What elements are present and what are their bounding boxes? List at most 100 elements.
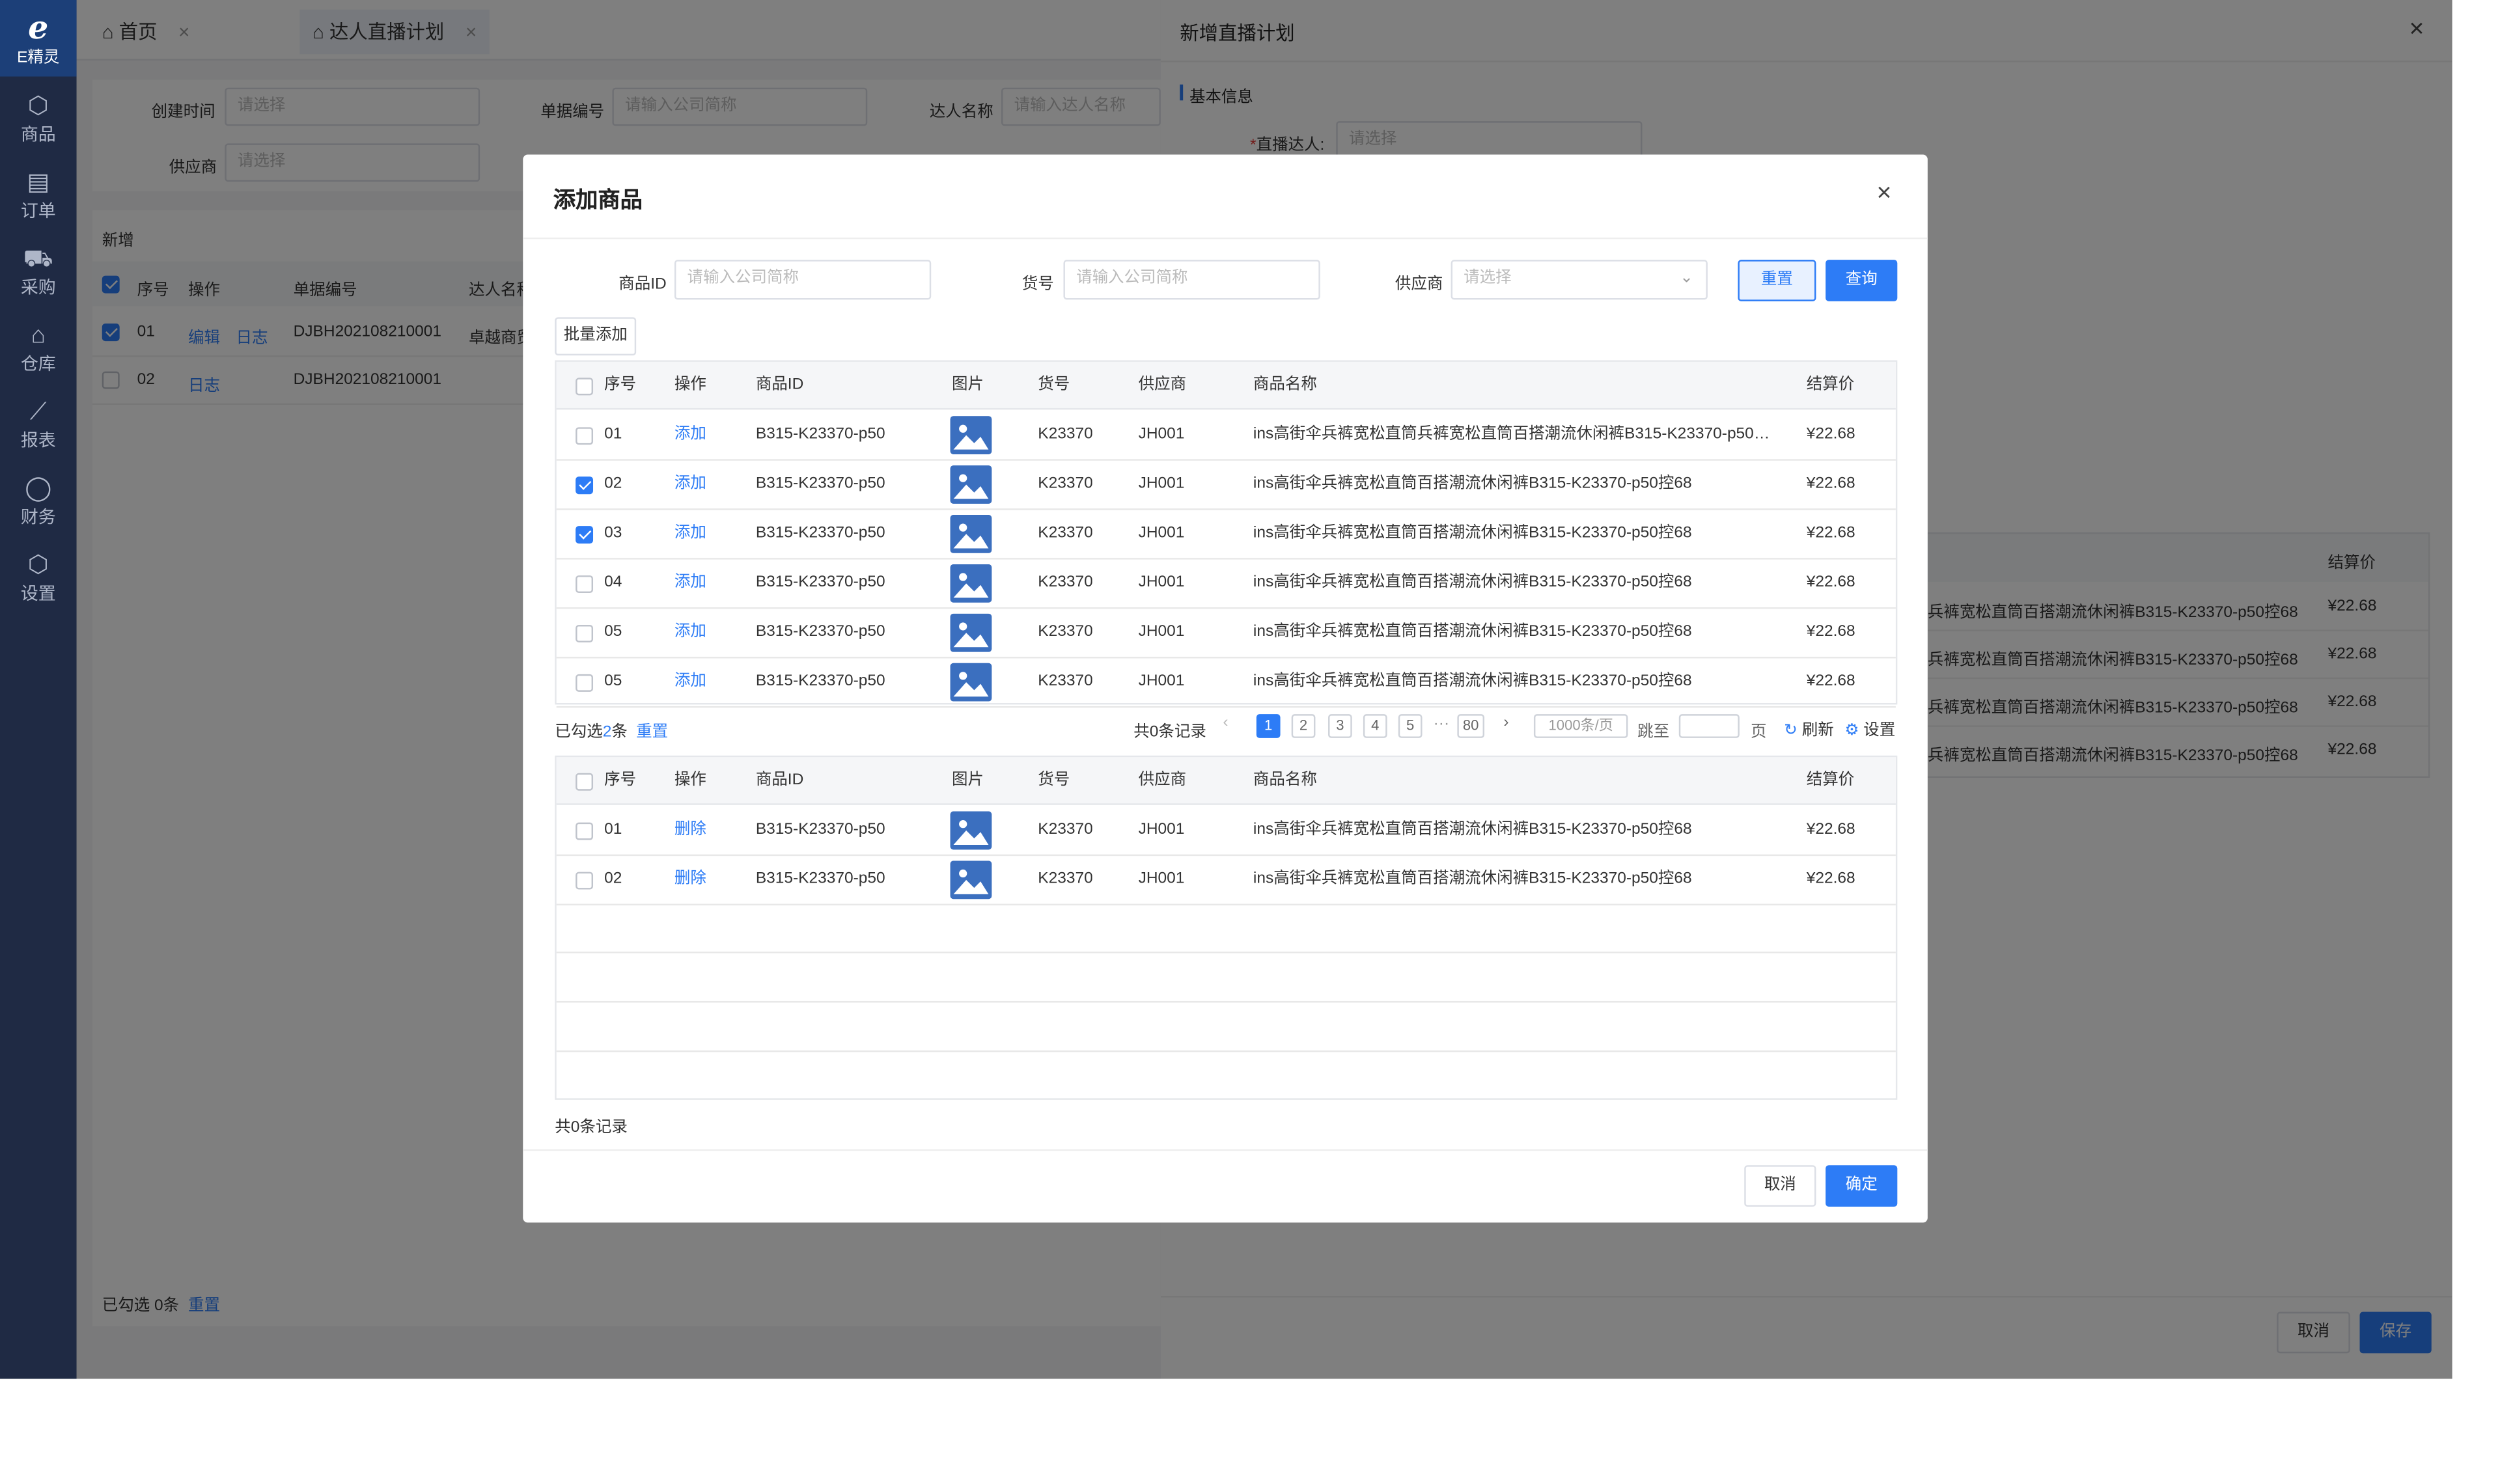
add-link[interactable]: 添加 — [674, 658, 706, 706]
sidebar-item-warehouse[interactable]: ⌂ 仓库 — [0, 322, 77, 376]
row-goods-id: B315-K23370-p50 — [755, 474, 885, 493]
logo: ℯ E精灵 — [0, 0, 77, 77]
row-no: 01 — [604, 425, 622, 443]
sidebar: ℯ E精灵 ⬡ 商品 ▤ 订单 ⛟ 采购 ⌂ 仓库 ⟋ 报表 ◯ 财务 ⬡ 设置 — [0, 0, 77, 1379]
refresh-button[interactable]: ↻ 刷新 — [1784, 716, 1834, 740]
table-row: 05 添加 B315-K23370-p50 K23370 JH001 ins高街伞兵裤宽松… — [556, 609, 1896, 659]
col-name: 商品名称 — [1253, 771, 1317, 790]
search-id-input[interactable]: 请输入公司简称 — [674, 260, 932, 300]
row-sku: K23370 — [1038, 474, 1093, 493]
row-no: 05 — [604, 623, 622, 641]
row-goods-id: B315-K23370-p50 — [755, 623, 885, 641]
row-checkbox[interactable] — [576, 526, 594, 544]
row-price: ¥22.68 — [1806, 573, 1855, 592]
selected-count: 已勾选2条 — [555, 717, 628, 741]
row-goods-name: ins高街伞兵裤宽松直筒百搭潮流休闲裤B315-K23370-p50控68 — [1253, 821, 1692, 839]
add-link[interactable]: 添加 — [674, 609, 706, 657]
search-sku-input[interactable]: 请输入公司简称 — [1063, 260, 1320, 300]
add-link[interactable]: 添加 — [674, 411, 706, 459]
sidebar-item-label: 订单 — [20, 202, 56, 222]
image-icon — [950, 613, 992, 652]
sidebar-item-finance[interactable]: ◯ 财务 — [0, 475, 77, 529]
row-checkbox[interactable] — [576, 674, 594, 692]
select-all-checkbox[interactable] — [576, 773, 594, 791]
selected-reset-link[interactable]: 重置 — [636, 717, 668, 741]
close-icon[interactable]: × — [1876, 180, 1891, 209]
row-goods-name: ins高街伞兵裤宽松直筒百搭潮流休闲裤B315-K23370-p50控68 — [1253, 672, 1692, 691]
delete-link[interactable]: 删除 — [674, 806, 706, 854]
batch-add-button[interactable]: 批量添加 — [555, 317, 637, 356]
sidebar-item-reports[interactable]: ⟋ 报表 — [0, 398, 77, 452]
add-link[interactable]: 添加 — [674, 560, 706, 607]
settings-button[interactable]: ⚙ 设置 — [1844, 716, 1896, 740]
image-icon — [950, 465, 992, 504]
row-price: ¥22.68 — [1806, 623, 1855, 641]
row-no: 03 — [604, 524, 622, 542]
row-sku: K23370 — [1038, 425, 1093, 443]
row-supplier: JH001 — [1138, 425, 1185, 443]
next-page-icon[interactable]: › — [1503, 714, 1508, 732]
sidebar-item-goods[interactable]: ⬡ 商品 — [0, 92, 77, 146]
sidebar-item-purchase[interactable]: ⛟ 采购 — [0, 245, 77, 299]
query-button[interactable]: 查询 — [1826, 260, 1898, 301]
delete-link[interactable]: 删除 — [674, 856, 706, 903]
search-supplier-label: 供应商 — [1395, 275, 1443, 294]
page-size-select[interactable]: 1000条/页 — [1533, 714, 1628, 738]
add-link[interactable]: 添加 — [674, 510, 706, 558]
prev-page-icon[interactable]: ‹ — [1223, 714, 1228, 732]
image-icon — [950, 811, 992, 850]
col-op: 操作 — [674, 376, 706, 394]
col-sku: 货号 — [1038, 771, 1070, 790]
add-link[interactable]: 添加 — [674, 461, 706, 508]
row-price: ¥22.68 — [1806, 821, 1855, 839]
settings-label: 设置 — [1863, 722, 1896, 740]
selected-table: 序号 操作 商品ID 图片 货号 供应商 商品名称 结算价 01 删除 B315-K… — [555, 755, 1898, 1100]
row-goods-name: ins高街伞兵裤宽松直筒百搭潮流休闲裤B315-K23370-p50控68 — [1253, 623, 1692, 641]
refresh-icon: ↻ — [1784, 722, 1798, 740]
row-checkbox[interactable] — [576, 575, 594, 594]
sidebar-item-label: 仓库 — [20, 355, 56, 375]
selected-suffix: 条 — [611, 723, 628, 741]
sidebar-item-label: 采购 — [20, 279, 56, 298]
empty-row — [556, 904, 1896, 954]
row-goods-id: B315-K23370-p50 — [755, 425, 885, 443]
col-op: 操作 — [674, 771, 706, 790]
search-supplier-select[interactable]: 请选择 ⌄ — [1451, 260, 1708, 300]
select-all-checkbox[interactable] — [576, 378, 594, 396]
goto-input[interactable] — [1678, 714, 1740, 738]
row-checkbox[interactable] — [576, 625, 594, 642]
refresh-label: 刷新 — [1801, 722, 1834, 740]
row-checkbox[interactable] — [576, 427, 594, 445]
row-goods-id: B315-K23370-p50 — [755, 821, 885, 839]
row-checkbox[interactable] — [576, 476, 594, 495]
row-checkbox[interactable] — [576, 822, 594, 840]
row-goods-name: ins高街伞兵裤宽松直筒百搭潮流休闲裤B315-K23370-p50控68 — [1253, 870, 1692, 888]
page-3[interactable]: 3 — [1328, 714, 1352, 738]
page-4[interactable]: 4 — [1363, 714, 1387, 738]
sidebar-item-label: 报表 — [20, 432, 56, 452]
page-last[interactable]: 80 — [1457, 714, 1485, 738]
col-price: 结算价 — [1806, 771, 1855, 790]
image-icon — [950, 416, 992, 454]
row-goods-id: B315-K23370-p50 — [755, 672, 885, 691]
modal-cancel-button[interactable]: 取消 — [1744, 1165, 1816, 1207]
row-supplier: JH001 — [1138, 573, 1185, 592]
sidebar-item-settings[interactable]: ⬡ 设置 — [0, 551, 77, 605]
row-goods-name: ins高街伞兵裤宽松直筒百搭潮流休闲裤B315-K23370-p50控68 — [1253, 573, 1692, 592]
col-supplier: 供应商 — [1138, 771, 1187, 790]
row-sku: K23370 — [1038, 672, 1093, 691]
row-no: 02 — [604, 474, 622, 493]
page-5[interactable]: 5 — [1398, 714, 1423, 738]
page-2[interactable]: 2 — [1291, 714, 1316, 738]
row-checkbox[interactable] — [576, 872, 594, 890]
row-supplier: JH001 — [1138, 870, 1185, 888]
col-sku: 货号 — [1038, 376, 1070, 394]
page-1[interactable]: 1 — [1256, 714, 1281, 738]
modal-confirm-button[interactable]: 确定 — [1826, 1165, 1898, 1207]
selected-number: 2 — [602, 723, 612, 741]
reset-button[interactable]: 重置 — [1738, 260, 1816, 301]
row-goods-id: B315-K23370-p50 — [755, 870, 885, 888]
sidebar-item-orders[interactable]: ▤ 订单 — [0, 169, 77, 223]
chart-icon: ⟋ — [29, 398, 47, 426]
col-supplier: 供应商 — [1138, 376, 1187, 394]
